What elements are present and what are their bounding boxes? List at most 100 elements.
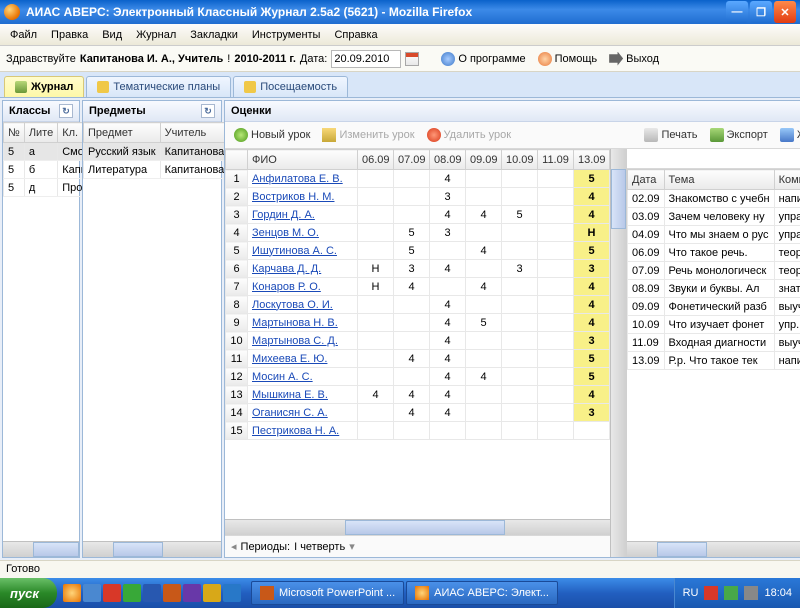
col-no[interactable]: № xyxy=(4,123,25,143)
student-row[interactable]: 13Мышкина Е. В.4444 xyxy=(226,386,610,404)
status-bar: Готово xyxy=(0,560,800,578)
firefox-icon[interactable] xyxy=(63,584,81,602)
topic-row[interactable]: 09.09Фонетический разбвыучить зсп, упр. xyxy=(628,298,800,316)
topic-row[interactable]: 04.09Что мы знаем о русупражнение 6 xyxy=(628,226,800,244)
app-icon[interactable] xyxy=(183,584,201,602)
export-button[interactable]: Экспорт xyxy=(705,126,773,144)
about-button[interactable]: О программе xyxy=(437,51,529,67)
browser-menubar: Файл Правка Вид Журнал Закладки Инструме… xyxy=(0,24,800,46)
clock[interactable]: 18:04 xyxy=(764,587,792,599)
menu-journal[interactable]: Журнал xyxy=(130,27,182,43)
main-tabs: Журнал Тематические планы Посещаемость xyxy=(0,72,800,98)
student-row[interactable]: 9Мартынова Н. В.454 xyxy=(226,314,610,332)
topic-row[interactable]: 07.09Речь монологическтеория № 4, упр. xyxy=(628,262,800,280)
attendance-icon xyxy=(244,81,256,93)
window-title: АИАС ABEPC: Электронный Классный Журнал … xyxy=(26,5,724,19)
app-icon[interactable] xyxy=(103,584,121,602)
task-powerpoint[interactable]: Microsoft PowerPoint ... xyxy=(251,581,404,605)
col-subject[interactable]: Предмет xyxy=(84,123,161,143)
topic-row[interactable]: 11.09Входная диагностивыучить словарн xyxy=(628,334,800,352)
col-lit[interactable]: Лите xyxy=(24,123,57,143)
topic-row[interactable]: 02.09Знакомство с учебннаписать сочинен xyxy=(628,190,800,208)
tray-icon[interactable] xyxy=(724,586,738,600)
exit-button[interactable]: Выход xyxy=(605,51,663,67)
student-row[interactable]: 10Мартынова С. Д.43 xyxy=(226,332,610,350)
new-lesson-button[interactable]: Новый урок xyxy=(229,126,315,144)
student-row[interactable]: 6Карчава Д. Д.Н3433 xyxy=(226,260,610,278)
grades-toolbar: Новый урок Изменить урок Удалить урок Пе… xyxy=(225,122,800,149)
menu-help[interactable]: Справка xyxy=(328,27,383,43)
word-icon[interactable] xyxy=(143,584,161,602)
topic-row[interactable]: 10.09Что изучает фонетупр. 36 xyxy=(628,316,800,334)
export-icon xyxy=(710,128,724,142)
plans-icon xyxy=(97,81,109,93)
topic-row[interactable]: 08.09Звуки и буквы. Алзнать алфавит, уп xyxy=(628,280,800,298)
menu-bookmarks[interactable]: Закладки xyxy=(184,27,244,43)
bang: ! xyxy=(227,53,230,65)
student-row[interactable]: 14Оганисян С. А.443 xyxy=(226,404,610,422)
periods-bar: ◂ Периоды: I четверть ▾ xyxy=(225,535,610,557)
tray-icon[interactable] xyxy=(704,586,718,600)
subjects-table: ПредметУчитель Русский языкКапитанова Ли… xyxy=(83,122,229,179)
greeting-text: Здравствуйте xyxy=(6,53,76,65)
journal-button[interactable]: Журнал xyxy=(775,126,800,144)
student-row[interactable]: 8Лоскутова О. И.44 xyxy=(226,296,610,314)
subject-row[interactable]: Русский языкКапитанова xyxy=(84,143,229,161)
student-row[interactable]: 2Востриков Н. М.34 xyxy=(226,188,610,206)
window-titlebar: АИАС ABEPC: Электронный Классный Журнал … xyxy=(0,0,800,24)
menu-edit[interactable]: Правка xyxy=(45,27,94,43)
volume-icon[interactable] xyxy=(744,586,758,600)
print-button[interactable]: Печать xyxy=(639,126,702,144)
subjects-panel: Предметы↻ ПредметУчитель Русский языкКап… xyxy=(82,100,222,558)
refresh-button[interactable]: ↻ xyxy=(201,104,215,118)
scrollbar-h[interactable] xyxy=(83,541,221,557)
edit-lesson-button[interactable]: Изменить урок xyxy=(317,126,419,144)
maximize-button[interactable]: ❐ xyxy=(750,1,772,23)
menu-tools[interactable]: Инструменты xyxy=(246,27,327,43)
student-row[interactable]: 12Мосин А. С.445 xyxy=(226,368,610,386)
scrollbar-h[interactable] xyxy=(3,541,79,557)
tab-attendance[interactable]: Посещаемость xyxy=(233,76,348,97)
calendar-icon[interactable] xyxy=(405,52,419,66)
app-icon[interactable] xyxy=(223,584,241,602)
student-row[interactable]: 7Конаров Р. О.Н444 xyxy=(226,278,610,296)
minimize-button[interactable]: — xyxy=(726,1,748,23)
student-row[interactable]: 4Зенцов М. О.53Н xyxy=(226,224,610,242)
tab-journal[interactable]: Журнал xyxy=(4,76,84,97)
scrollbar-h[interactable] xyxy=(225,519,610,535)
journal-icon xyxy=(15,81,27,93)
topic-row[interactable]: 06.09Что такое речь.теория в тетр. xyxy=(628,244,800,262)
scrollbar-h[interactable] xyxy=(627,541,800,557)
menu-view[interactable]: Вид xyxy=(96,27,128,43)
student-row[interactable]: 5Ишутинова А. С.545 xyxy=(226,242,610,260)
subject-row[interactable]: ЛитератураКапитанова xyxy=(84,161,229,179)
task-avers[interactable]: АИАС ABEPC: Элект... xyxy=(406,581,558,605)
app-icon[interactable] xyxy=(123,584,141,602)
subjects-title: Предметы xyxy=(89,105,146,117)
topic-row[interactable]: 03.09Зачем человеку нуупражнение 4, те xyxy=(628,208,800,226)
close-button[interactable]: ✕ xyxy=(774,1,796,23)
powerpoint-icon[interactable] xyxy=(163,584,181,602)
taskbar: пуск Microsoft PowerPoint ... АИАС ABEPC… xyxy=(0,578,800,608)
menu-file[interactable]: Файл xyxy=(4,27,43,43)
refresh-button[interactable]: ↻ xyxy=(59,104,73,118)
student-row[interactable]: 11Михеева Е. Ю.445 xyxy=(226,350,610,368)
date-input[interactable] xyxy=(331,50,401,68)
tab-plans[interactable]: Тематические планы xyxy=(86,76,231,97)
delete-lesson-button[interactable]: Удалить урок xyxy=(422,126,516,144)
app-icon[interactable] xyxy=(203,584,221,602)
help-icon xyxy=(538,52,552,66)
student-row[interactable]: 15Пестрикова Н. А. xyxy=(226,422,610,440)
student-row[interactable]: 3Гордин Д. А.4454 xyxy=(226,206,610,224)
help-button[interactable]: Помощь xyxy=(534,51,602,67)
language-indicator[interactable]: RU xyxy=(683,587,699,599)
scrollbar-v[interactable] xyxy=(610,149,626,557)
col-teacher[interactable]: Учитель xyxy=(160,123,229,143)
ie-icon[interactable] xyxy=(83,584,101,602)
period-value[interactable]: I четверть xyxy=(294,541,345,553)
edit-icon xyxy=(322,128,336,142)
classes-panel: Классы↻ №ЛитеКл. Ру 5аСморк 5бКапит 5дПр… xyxy=(2,100,80,558)
topic-row[interactable]: 13.09Р.р. Что такое текнаписать сочинен xyxy=(628,352,800,370)
start-button[interactable]: пуск xyxy=(0,578,57,608)
student-row[interactable]: 1Анфилатова Е. В.45 xyxy=(226,170,610,188)
